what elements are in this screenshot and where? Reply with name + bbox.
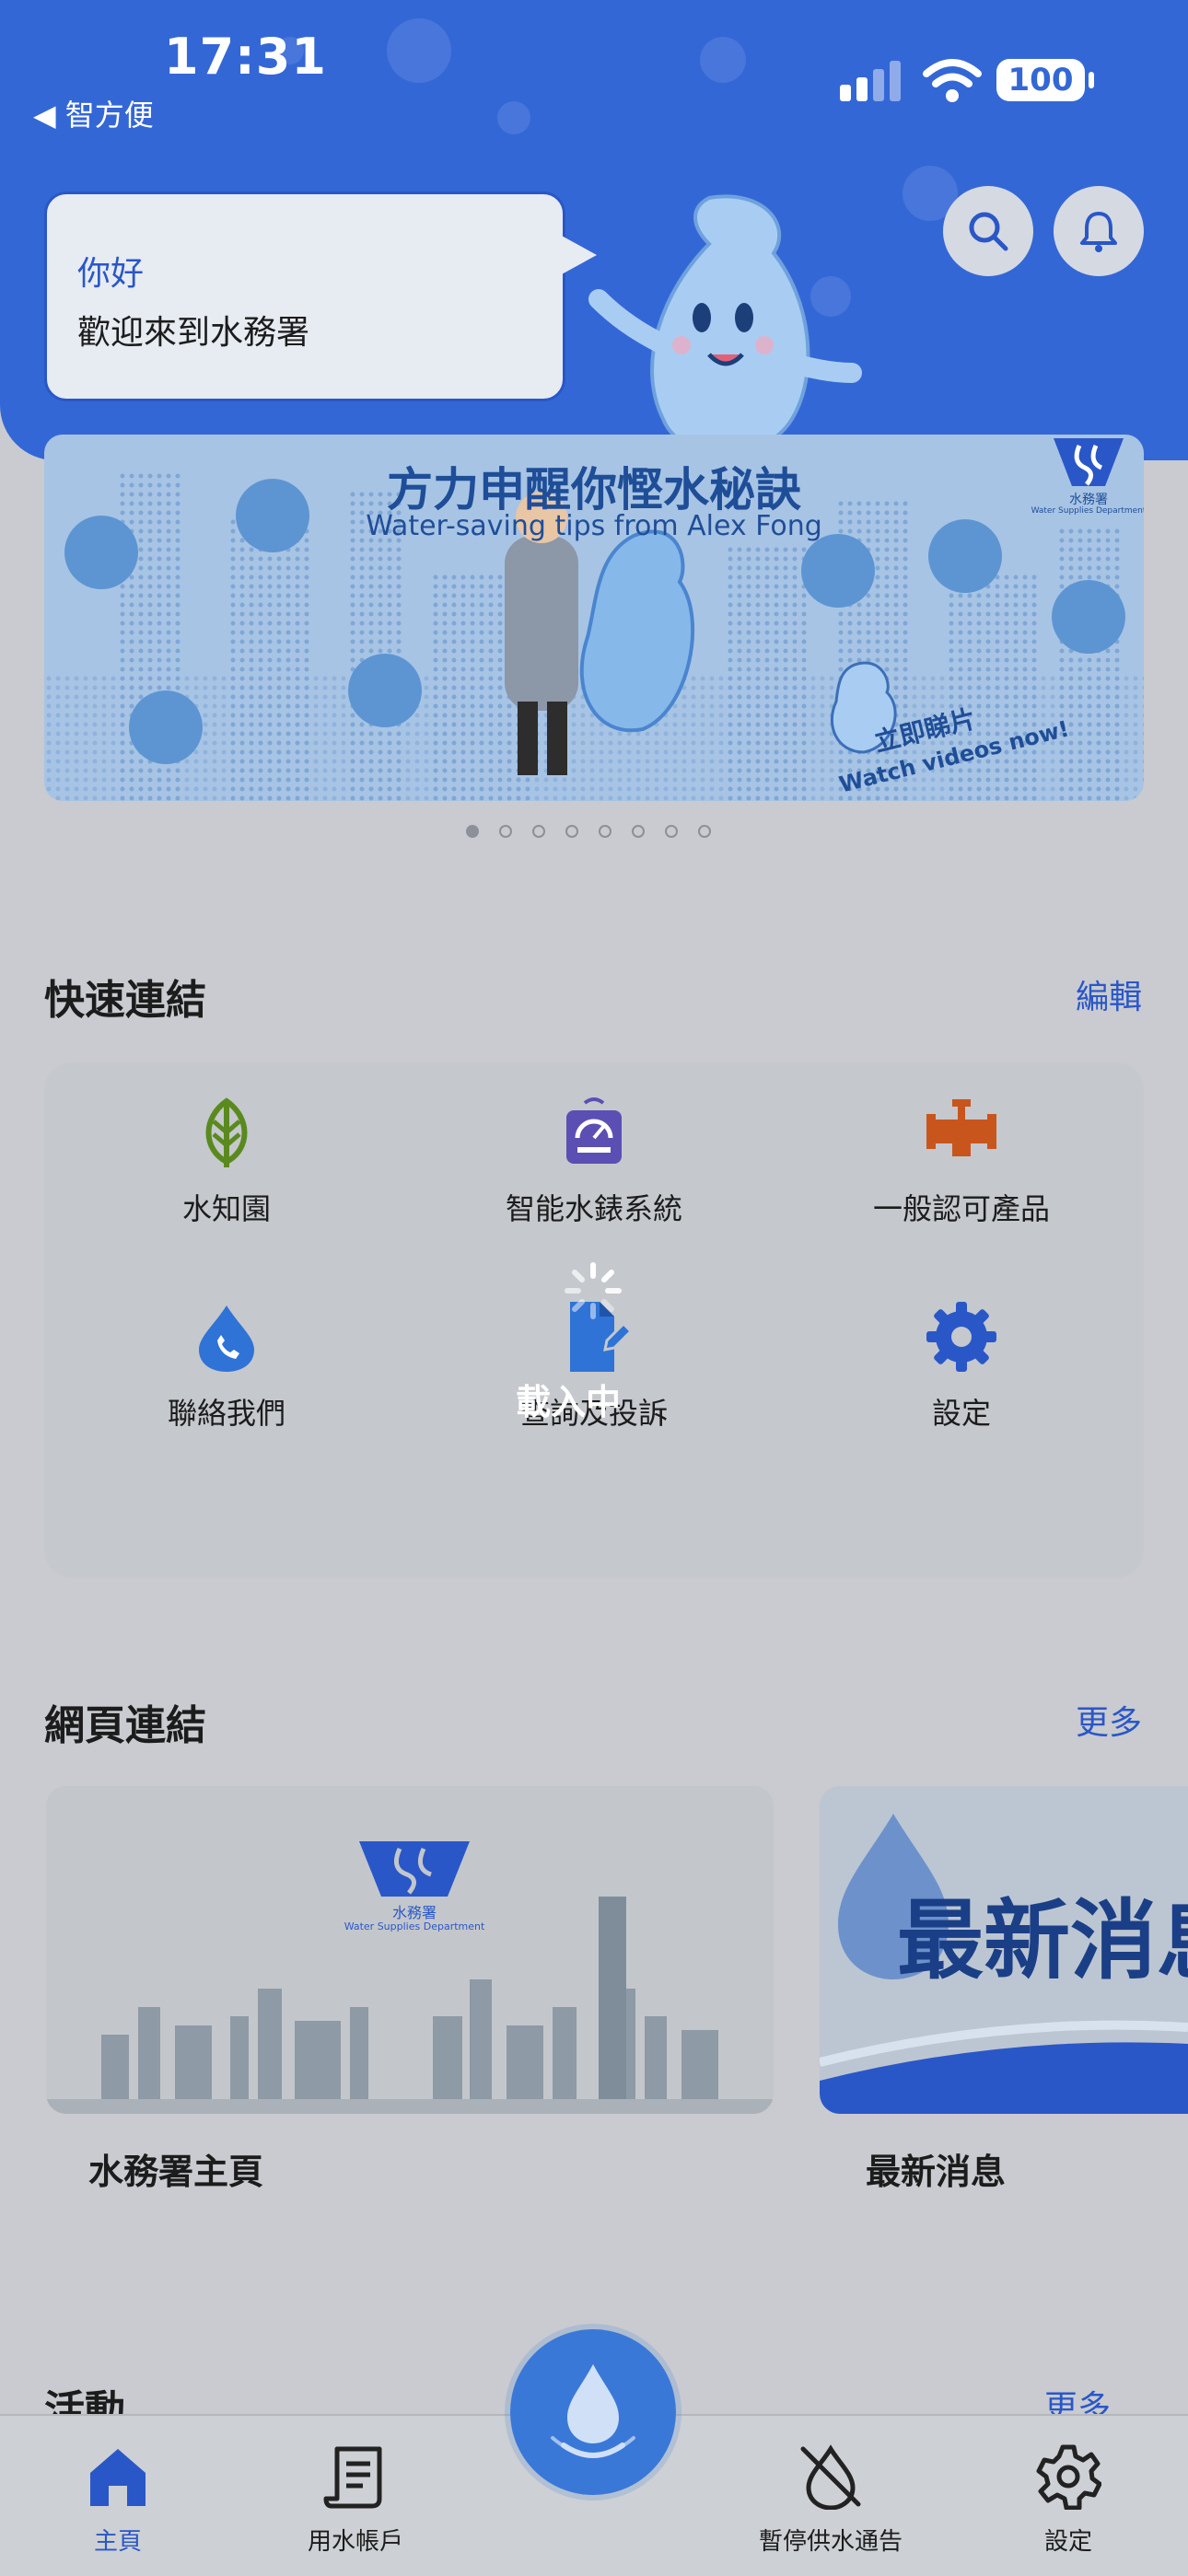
bell-icon — [1080, 212, 1117, 252]
banner-page-dot[interactable] — [632, 825, 645, 838]
greeting-title: 你好 — [77, 255, 145, 293]
tab-home[interactable]: 主頁 — [26, 2421, 210, 2569]
web-link-card-wsd-home[interactable]: 水務署 Water Supplies Department — [46, 1786, 774, 2114]
promo-banner[interactable]: 方力申醒你慳水秘訣 Water-saving tips from Alex Fo… — [44, 435, 1144, 801]
water-drop-icon — [551, 2364, 635, 2458]
back-to-app-link[interactable]: ◀ 智方便 — [33, 92, 154, 134]
wsd-skyline-image — [46, 1786, 774, 2114]
search-button[interactable] — [943, 186, 1033, 276]
quick-link-label: 一般認可產品 — [872, 1191, 1050, 1226]
loading-text: 載入中 — [516, 1382, 622, 1422]
phone-drop-icon — [199, 1305, 254, 1372]
quick-link-label: 水知園 — [181, 1191, 271, 1226]
tab-water-account[interactable]: 用水帳戶 — [263, 2421, 448, 2569]
water-drop-action-button[interactable] — [510, 2329, 676, 2495]
quick-link-smart-meter[interactable]: 智能水錶系統 — [410, 1096, 778, 1243]
water-meter-icon — [566, 1097, 622, 1164]
tab-label: 暫停供水通告 — [758, 2528, 903, 2556]
wsd-card-logo-sub: Water Supplies Department — [344, 1920, 485, 1932]
banner-page-dot[interactable] — [499, 825, 512, 838]
banner-page-dot[interactable] — [466, 825, 479, 838]
quick-link-contact-us[interactable]: 聯絡我們 — [42, 1300, 411, 1447]
gear-icon — [926, 1302, 996, 1372]
leaf-icon — [205, 1097, 248, 1167]
quick-link-label: 聯絡我們 — [167, 1396, 285, 1431]
home-icon — [90, 2449, 146, 2506]
web-link-card-news[interactable]: 最新消息 — [820, 1786, 1188, 2114]
banner-page-dot[interactable] — [599, 825, 611, 838]
banner-pagination[interactable] — [466, 825, 724, 843]
web-link-label: 水務署主頁 — [88, 2152, 264, 2192]
web-links-title: 網頁連結 — [44, 1702, 206, 1749]
status-time: 17:31 — [164, 28, 327, 86]
banner-page-dot[interactable] — [698, 825, 711, 838]
banner-page-dot[interactable] — [665, 825, 678, 838]
quick-link-label: 設定 — [931, 1396, 991, 1431]
tab-label: 主頁 — [93, 2528, 142, 2556]
tab-label: 設定 — [1043, 2528, 1092, 2556]
water-off-icon — [800, 2444, 861, 2510]
quick-link-water-park[interactable]: 水知園 — [42, 1096, 411, 1243]
water-drop-mascot — [588, 194, 862, 456]
banner-page-dot[interactable] — [565, 825, 578, 838]
web-links-more-link[interactable]: 更多 — [1076, 1696, 1142, 1744]
quick-link-settings[interactable]: 設定 — [777, 1300, 1146, 1447]
wifi-icon — [923, 59, 982, 102]
loading-spinner-icon — [565, 1262, 622, 1319]
battery-indicator: 100 — [996, 59, 1094, 101]
wsd-logo-sub: Water Supplies Department — [1031, 506, 1144, 516]
notification-button[interactable] — [1054, 186, 1144, 276]
cellular-signal-icon — [840, 61, 901, 101]
wsd-logo: 水務署 Water Supplies Department — [1031, 435, 1144, 527]
news-card-text: 最新消息 — [897, 1891, 1188, 1991]
wsd-logo-mark — [1054, 438, 1124, 486]
quick-link-approved-products[interactable]: 一般認可產品 — [777, 1096, 1146, 1243]
search-icon — [969, 212, 1008, 251]
tab-water-suspension-notice[interactable]: 暫停供水通告 — [739, 2421, 923, 2569]
wsd-card-logo-text: 水務署 — [391, 1904, 437, 1921]
banner-page-dot[interactable] — [532, 825, 545, 838]
greeting-card — [44, 191, 565, 401]
greeting-subtitle: 歡迎來到水務署 — [77, 314, 310, 352]
tab-label: 用水帳戶 — [307, 2528, 403, 2556]
banner-subtitle: Water-saving tips from Alex Fong — [366, 510, 822, 542]
quick-links-edit-link[interactable]: 編輯 — [1076, 970, 1142, 1018]
wsd-logo-text: 水務署 — [1069, 493, 1108, 507]
web-link-label: 最新消息 — [866, 2152, 1007, 2192]
quick-link-label: 智能水錶系統 — [505, 1191, 682, 1226]
gear-icon — [1036, 2444, 1101, 2510]
tab-settings[interactable]: 設定 — [976, 2421, 1160, 2569]
faucet-icon — [926, 1099, 996, 1156]
quick-links-title: 快速連結 — [44, 977, 206, 1024]
account-document-icon — [323, 2446, 382, 2509]
